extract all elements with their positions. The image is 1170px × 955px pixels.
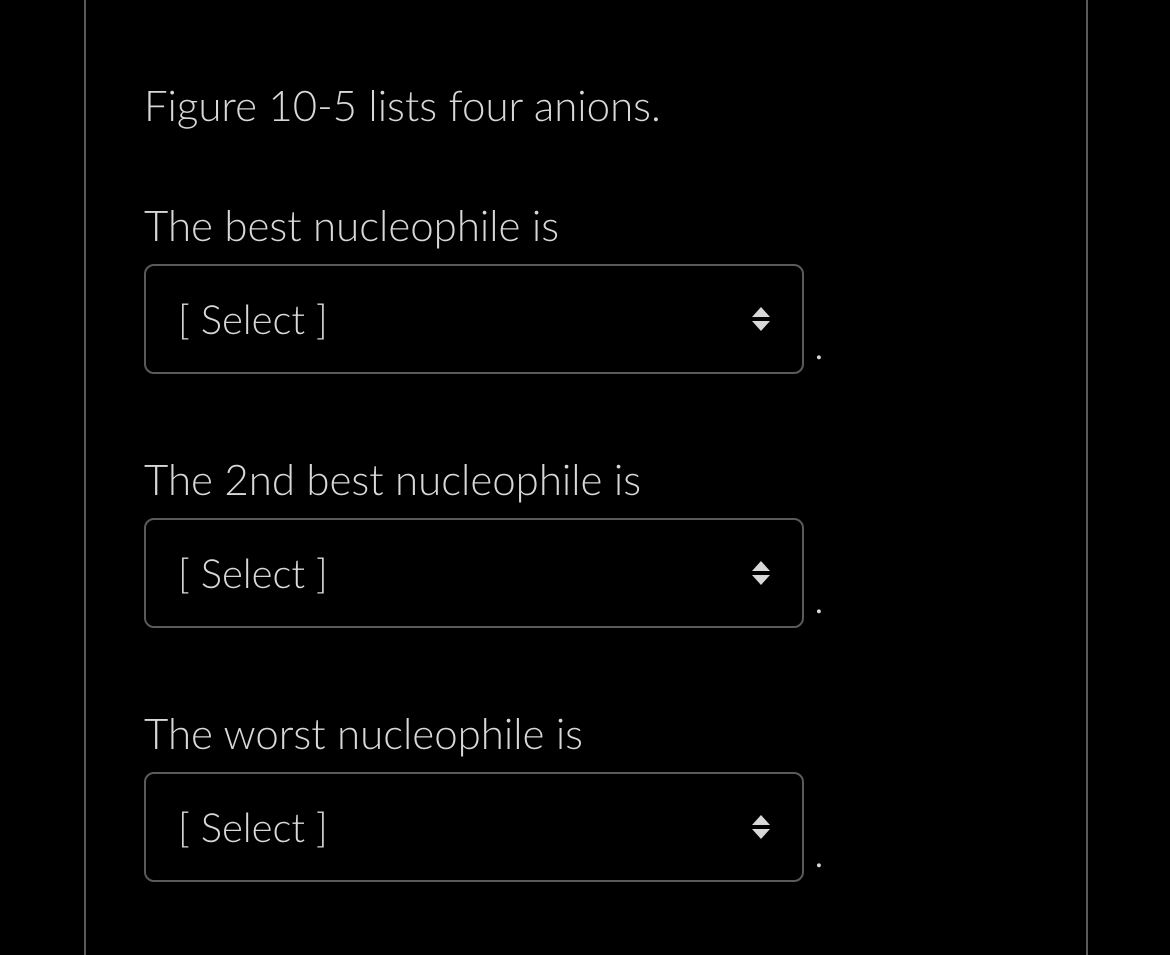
select-placeholder: [ Select ]: [178, 295, 328, 343]
chevron-up-down-icon: [748, 303, 774, 335]
select-second-best-nucleophile[interactable]: [ Select ]: [144, 518, 804, 628]
select-row: [ Select ] .: [144, 772, 1028, 882]
question-block-worst: The worst nucleophile is [ Select ] .: [144, 708, 1028, 882]
trailing-period: .: [814, 826, 824, 882]
chevron-up-down-icon: [748, 557, 774, 589]
prompt-text: The 2nd best nucleophile is: [144, 454, 1028, 504]
select-best-nucleophile[interactable]: [ Select ]: [144, 264, 804, 374]
prompt-text: The worst nucleophile is: [144, 708, 1028, 758]
trailing-period: .: [814, 318, 824, 374]
select-row: [ Select ] .: [144, 264, 1028, 374]
select-placeholder: [ Select ]: [178, 549, 328, 597]
outer-container: Figure 10-5 lists four anions. The best …: [0, 0, 1170, 955]
select-row: [ Select ] .: [144, 518, 1028, 628]
question-panel: Figure 10-5 lists four anions. The best …: [84, 0, 1088, 955]
question-block-best: The best nucleophile is [ Select ] .: [144, 200, 1028, 374]
trailing-period: .: [814, 572, 824, 628]
select-worst-nucleophile[interactable]: [ Select ]: [144, 772, 804, 882]
select-placeholder: [ Select ]: [178, 803, 328, 851]
intro-text: Figure 10-5 lists four anions.: [144, 80, 1028, 130]
chevron-up-down-icon: [748, 811, 774, 843]
question-block-second-best: The 2nd best nucleophile is [ Select ] .: [144, 454, 1028, 628]
prompt-text: The best nucleophile is: [144, 200, 1028, 250]
